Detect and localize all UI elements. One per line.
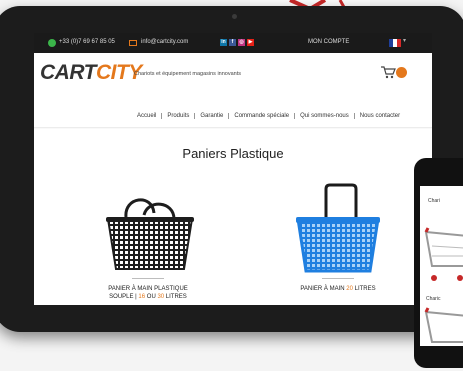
caption-line: SOUPLE | 16 OU 30 LITRES — [92, 293, 204, 301]
caption-highlight: 20 — [346, 286, 353, 292]
cartcity-logo[interactable]: CARTCITY — [40, 61, 142, 85]
mail-icon[interactable] — [129, 40, 137, 46]
phone-number[interactable]: +33 (0)7 69 67 85 05 — [59, 39, 115, 45]
phone-cart-image — [424, 227, 463, 281]
website-screen: +33 (0)7 69 67 85 05 info@cartcity.com i… — [34, 33, 432, 305]
account-link[interactable]: MON COMPTE — [308, 39, 349, 45]
nav-item-nous-contacter[interactable]: Nous contacter — [355, 113, 405, 119]
tablet-device: +33 (0)7 69 67 85 05 info@cartcity.com i… — [0, 6, 463, 332]
email-link[interactable]: info@cartcity.com — [141, 39, 188, 45]
caption-line: PANIER À MAIN PLASTIQUE — [108, 286, 188, 292]
chevron-down-icon[interactable]: ▾ — [403, 37, 406, 44]
cart-count-badge[interactable] — [396, 67, 407, 78]
logo-text-main: CART — [40, 61, 96, 84]
product-image-soft-basket[interactable] — [104, 195, 196, 273]
phone-device: Chari Charic — [414, 158, 463, 368]
contact-bar: +33 (0)7 69 67 85 05 info@cartcity.com i… — [34, 33, 432, 53]
nav-item-produits[interactable]: Produits — [162, 113, 196, 119]
phone-page-title: Chari — [428, 198, 440, 204]
caption-text: LITRES — [352, 286, 376, 292]
whatsapp-icon[interactable] — [48, 39, 56, 47]
page-title: Paniers Plastique — [182, 146, 284, 161]
caption-text: SOUPLE | — [109, 294, 139, 300]
phone-screen: Chari Charic — [420, 186, 463, 346]
nav-item-commande-speciale[interactable]: Commande spéciale — [229, 113, 296, 119]
french-flag-icon[interactable] — [389, 39, 401, 47]
caption-text: LITRES — [164, 294, 187, 300]
product-divider — [132, 278, 164, 279]
phone-cart-image — [424, 307, 463, 343]
linkedin-icon[interactable]: in — [220, 39, 227, 46]
site-tagline: Chariots et équipement magasins innovant… — [134, 71, 242, 77]
tablet-camera — [232, 14, 237, 19]
main-navigation: Accueil Produits Garantie Commande spéci… — [132, 113, 405, 119]
caption-text: OU — [145, 294, 158, 300]
product-caption-blue-basket[interactable]: PANIER À MAIN 20 LITRES — [286, 285, 390, 293]
caption-text: PANIER À MAIN — [300, 286, 347, 292]
instagram-icon[interactable]: ◎ — [238, 39, 245, 46]
phone-caption: Charic — [426, 296, 441, 302]
youtube-icon[interactable]: ▶ — [247, 39, 254, 46]
product-divider — [322, 278, 354, 279]
nav-item-qui-sommes-nous[interactable]: Qui sommes-nous — [295, 113, 355, 119]
nav-item-garantie[interactable]: Garantie — [195, 113, 230, 119]
nav-item-accueil[interactable]: Accueil — [132, 113, 163, 119]
product-caption-soft-basket[interactable]: PANIER À MAIN PLASTIQUE SOUPLE | 16 OU 3… — [92, 285, 204, 301]
caption-line: PANIER À MAIN 20 LITRES — [286, 285, 390, 293]
product-image-blue-basket[interactable] — [296, 183, 380, 273]
facebook-icon[interactable]: f — [229, 39, 236, 46]
nav-divider — [34, 127, 432, 129]
shopping-cart-icon[interactable] — [380, 65, 396, 79]
